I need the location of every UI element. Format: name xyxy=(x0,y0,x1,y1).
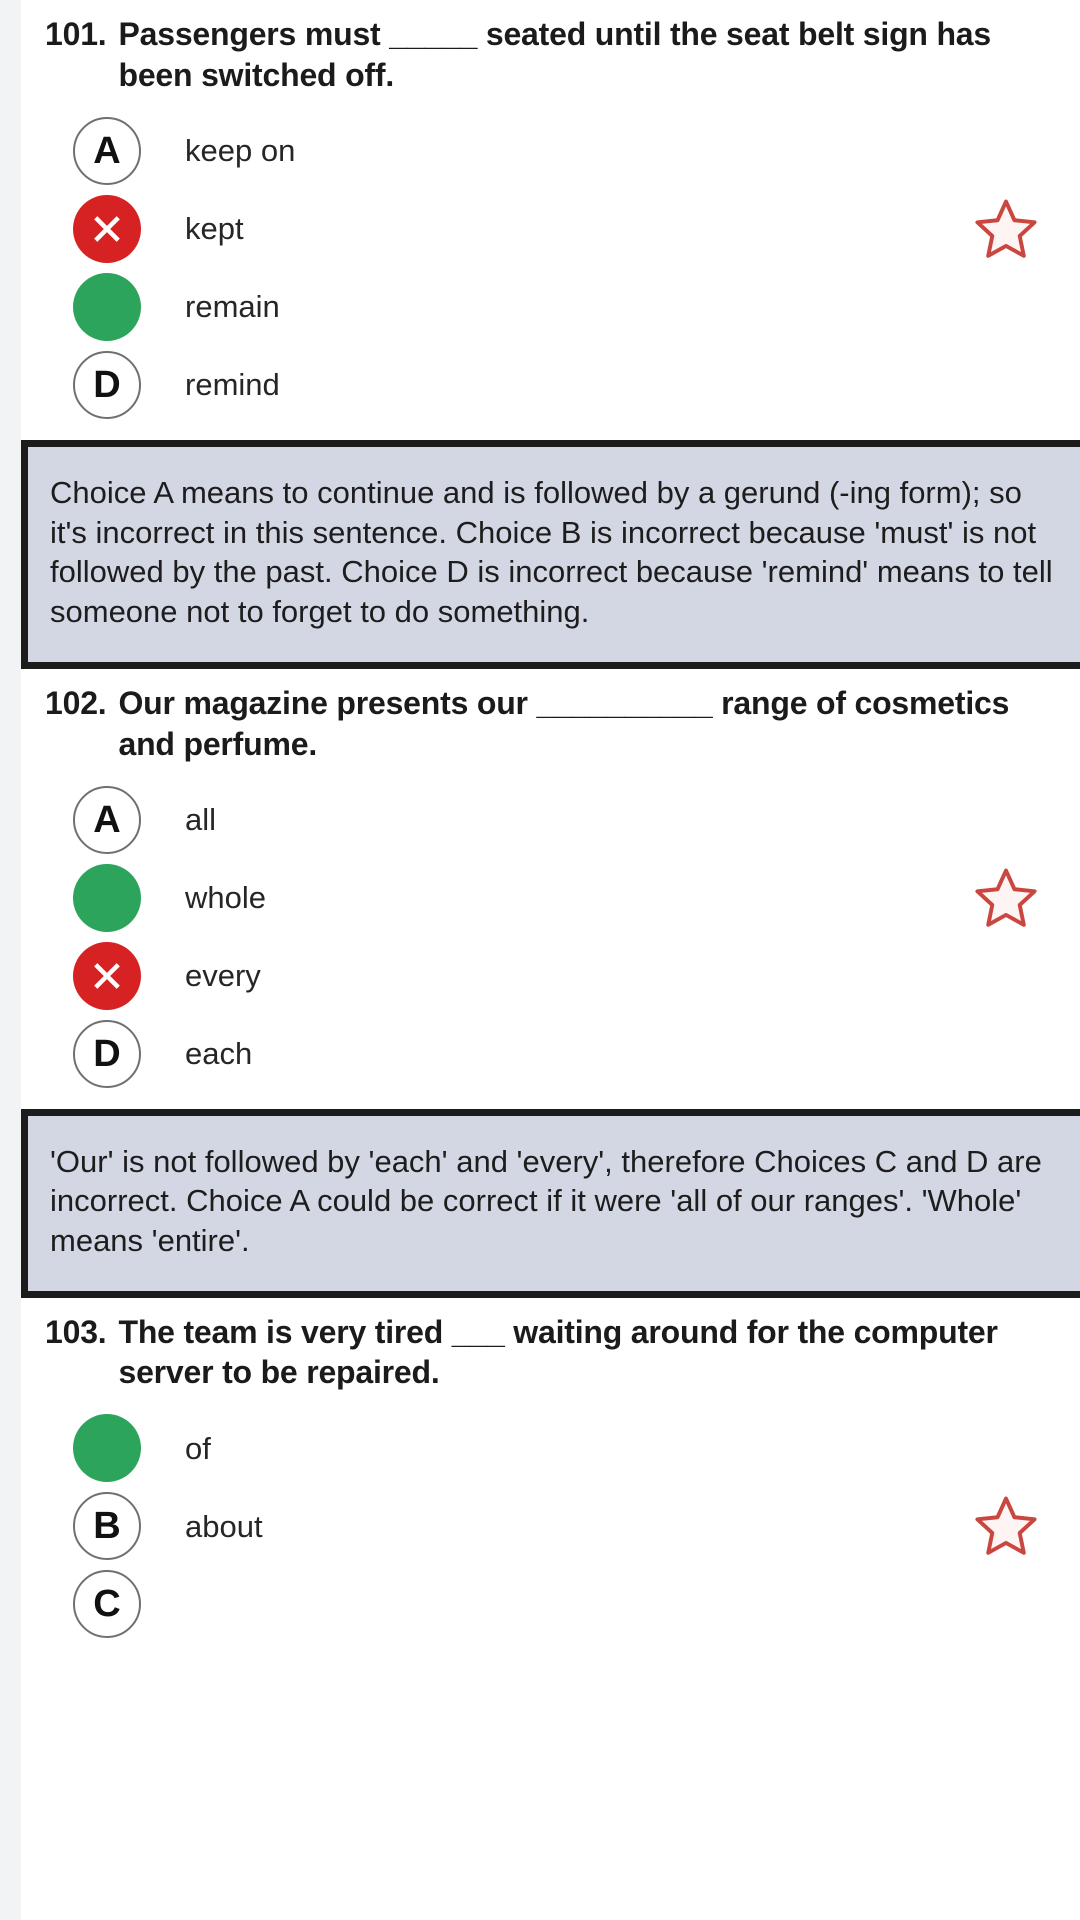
option-row-b[interactable]: whole xyxy=(21,859,1080,937)
option-label: every xyxy=(185,957,261,993)
option-list: Aall whole every Deach xyxy=(21,765,1080,1103)
question-number: 103. xyxy=(45,1313,107,1350)
option-letter: B xyxy=(93,1505,121,1548)
option-row-c[interactable]: C xyxy=(21,1565,1080,1643)
correct-filled-circle-icon[interactable] xyxy=(73,1414,141,1483)
question-stem: 103. The team is very tired ___ waiting a… xyxy=(21,1298,1080,1394)
option-row-d[interactable]: Deach xyxy=(21,1015,1080,1093)
option-letter-badge[interactable]: B xyxy=(73,1492,141,1561)
option-row-d[interactable]: Dremind xyxy=(21,346,1080,424)
option-row-a[interactable]: Akeep on xyxy=(21,112,1080,190)
option-label: each xyxy=(185,1035,253,1071)
question-text: The team is very tired ___ waiting aroun… xyxy=(118,1313,998,1391)
option-letter: C xyxy=(93,1583,121,1626)
option-letter-badge[interactable]: D xyxy=(73,350,141,419)
question-number: 101. xyxy=(45,16,107,52)
question-number: 102. xyxy=(45,684,107,721)
option-letter: D xyxy=(93,363,121,406)
option-label: keep on xyxy=(185,133,296,169)
option-list: of Babout C xyxy=(21,1393,1080,1653)
explanation-box: Choice A means to continue and is follow… xyxy=(21,439,1080,669)
option-label: all xyxy=(185,801,217,837)
option-letter: D xyxy=(93,1032,121,1075)
option-letter-badge[interactable]: A xyxy=(73,785,141,854)
cross-mark-icon[interactable] xyxy=(73,941,141,1010)
star-outline-icon[interactable] xyxy=(968,1488,1044,1564)
question-block: 102. Our magazine presents our __________… xyxy=(21,668,1080,1298)
correct-filled-circle-icon[interactable] xyxy=(73,863,141,932)
option-row-a[interactable]: of xyxy=(21,1409,1080,1487)
quiz-content-area[interactable]: 101. Passengers must _____ seated until t… xyxy=(21,0,1080,1920)
option-row-c[interactable]: every xyxy=(21,937,1080,1015)
option-letter-badge[interactable]: A xyxy=(73,116,141,185)
option-label: remain xyxy=(185,289,280,325)
option-row-a[interactable]: Aall xyxy=(21,781,1080,859)
option-letter: A xyxy=(93,129,121,172)
option-row-c[interactable]: remain xyxy=(21,268,1080,346)
question-block: 103. The team is very tired ___ waiting a… xyxy=(21,1297,1080,1654)
question-text: Our magazine presents our __________ ran… xyxy=(118,684,1010,762)
star-outline-icon[interactable] xyxy=(968,191,1044,267)
question-text: Passengers must _____ seated until the s… xyxy=(118,16,991,93)
option-letter-badge[interactable]: D xyxy=(73,1019,141,1088)
question-stem: 102. Our magazine presents our __________… xyxy=(21,669,1080,765)
question-stem: 101. Passengers must _____ seated until t… xyxy=(21,0,1080,96)
option-label: of xyxy=(185,1430,211,1466)
star-outline-icon[interactable] xyxy=(968,860,1044,936)
quiz-screen: 101. Passengers must _____ seated until t… xyxy=(0,0,1080,1920)
option-letter-badge[interactable]: C xyxy=(73,1570,141,1639)
option-label: whole xyxy=(185,879,266,915)
question-block: 101. Passengers must _____ seated until t… xyxy=(21,0,1080,669)
option-label: kept xyxy=(185,211,244,247)
option-row-b[interactable]: kept xyxy=(21,190,1080,268)
option-row-b[interactable]: Babout xyxy=(21,1487,1080,1565)
left-gutter xyxy=(0,0,21,1920)
option-label: about xyxy=(185,1508,263,1544)
option-list: Akeep on kept remain Dremind xyxy=(21,96,1080,434)
option-letter: A xyxy=(93,798,121,841)
explanation-box: 'Our' is not followed by 'each' and 'eve… xyxy=(21,1108,1080,1298)
correct-filled-circle-icon[interactable] xyxy=(73,272,141,341)
cross-mark-icon[interactable] xyxy=(73,194,141,263)
option-label: remind xyxy=(185,367,280,403)
